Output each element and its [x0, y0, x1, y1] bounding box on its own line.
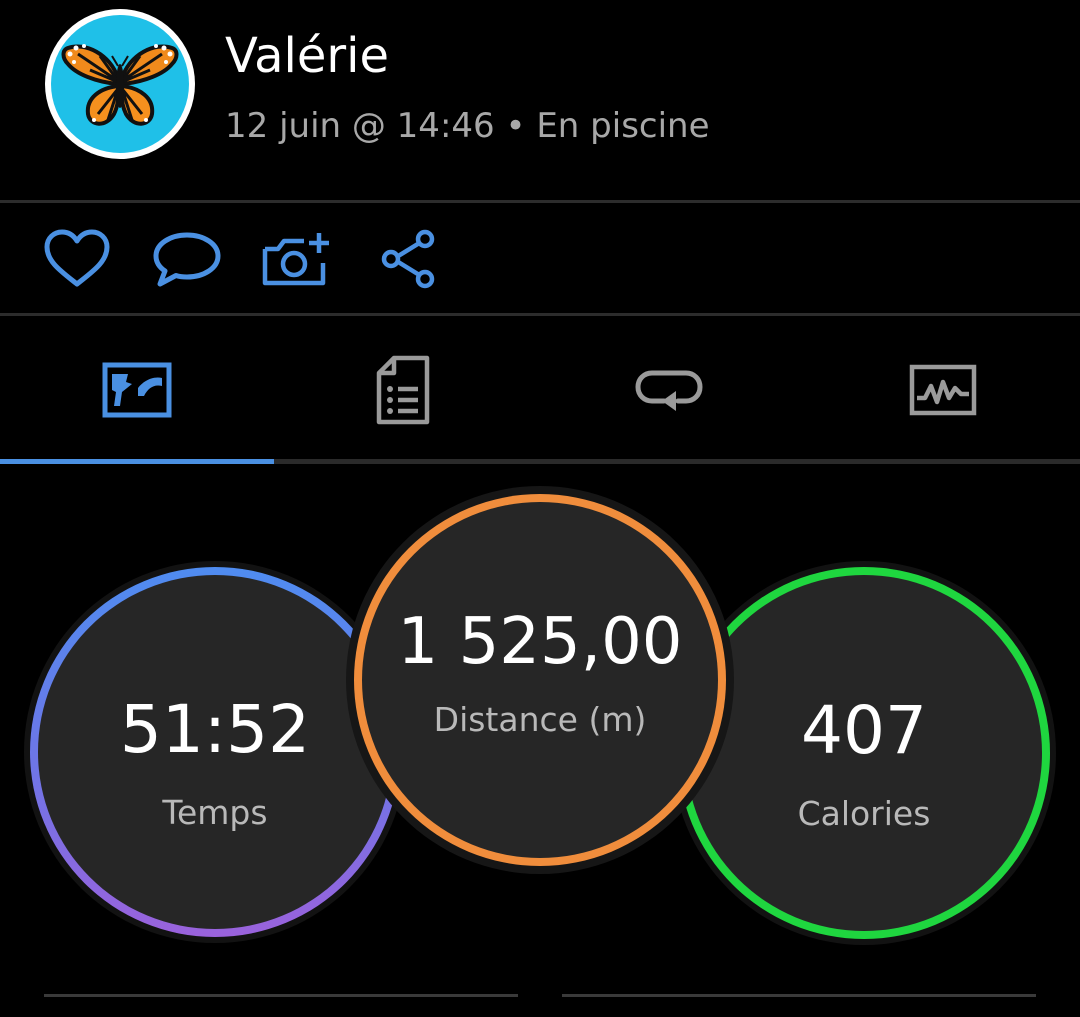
stat-distance: 1 525,00 Distance (m): [354, 494, 726, 866]
details-document-icon: [376, 355, 430, 424]
tab-active-indicator: [0, 459, 274, 464]
calories-label: Calories: [797, 793, 931, 833]
comment-button[interactable]: [151, 226, 223, 292]
avatar[interactable]: [45, 9, 195, 159]
divider: [0, 313, 1080, 316]
like-button[interactable]: [41, 226, 113, 292]
activity-meta: 12 juin @ 14:46 • En piscine: [225, 106, 710, 146]
tab-map[interactable]: [2, 318, 272, 461]
heart-icon: [44, 229, 110, 287]
stat-time: 51:52 Temps: [30, 567, 400, 937]
time-label: Temps: [162, 792, 268, 832]
charts-icon: [909, 364, 977, 415]
divider: [0, 200, 1080, 203]
share-button[interactable]: [372, 226, 444, 292]
divider: [562, 994, 1036, 997]
avatar-image: [51, 15, 189, 153]
tab-laps[interactable]: [534, 318, 804, 461]
distance-value: 1 525,00: [397, 604, 683, 679]
user-name[interactable]: Valérie: [225, 28, 389, 84]
time-value: 51:52: [119, 690, 311, 768]
add-photo-button[interactable]: [260, 226, 332, 292]
tab-charts[interactable]: [808, 318, 1078, 461]
map-icon: [102, 362, 172, 417]
calories-value: 407: [801, 691, 927, 769]
tab-details[interactable]: [268, 318, 538, 461]
activity-screen: Valérie 12 juin @ 14:46 • En piscine 51:…: [0, 0, 1080, 1017]
stat-calories: 407 Calories: [678, 567, 1050, 939]
share-icon: [381, 229, 435, 289]
divider: [44, 994, 518, 997]
comment-icon: [153, 232, 221, 287]
laps-loop-icon: [635, 370, 703, 411]
distance-label: Distance (m): [433, 699, 647, 739]
butterfly-icon: [61, 44, 179, 126]
add-photo-icon: [262, 233, 329, 286]
